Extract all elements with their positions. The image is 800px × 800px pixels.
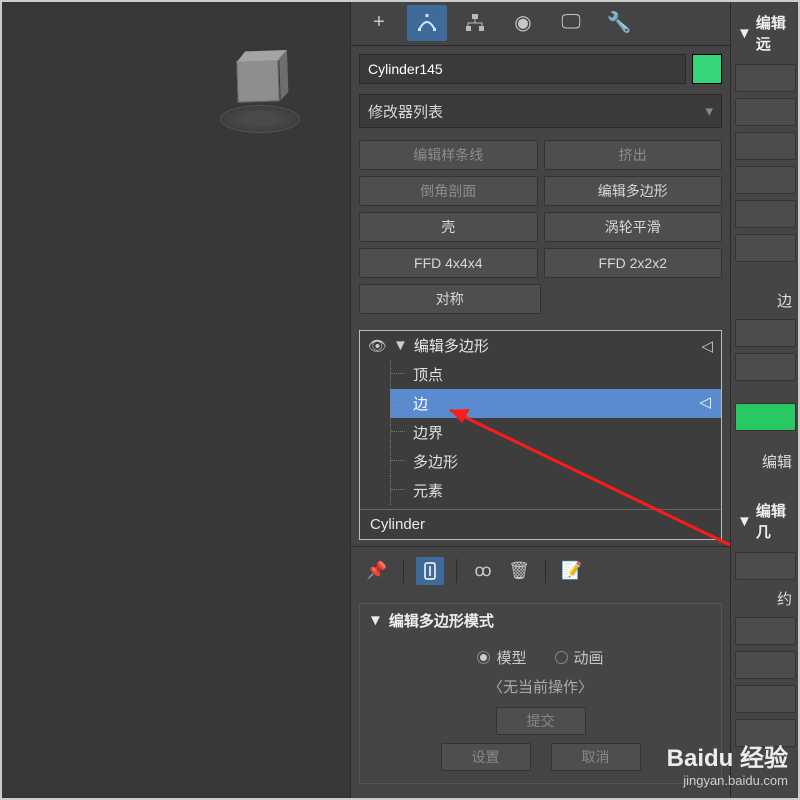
collapse-triangle-icon: ▼ bbox=[368, 612, 383, 629]
object-color-swatch[interactable] bbox=[692, 54, 722, 84]
radio-dot-icon bbox=[555, 651, 568, 664]
label-edit: 编辑 bbox=[735, 449, 796, 474]
btn-shell[interactable]: 壳 bbox=[359, 212, 538, 242]
rollout-edit-far[interactable]: ▼编辑远 bbox=[735, 8, 796, 58]
slot-button[interactable] bbox=[735, 98, 796, 126]
label-yue: 约 bbox=[735, 586, 796, 611]
modify-tab-icon[interactable] bbox=[407, 5, 447, 41]
btn-turbosmooth[interactable]: 涡轮平滑 bbox=[544, 212, 723, 242]
slot-button[interactable] bbox=[735, 617, 796, 645]
slot-button[interactable] bbox=[735, 132, 796, 160]
right-rollout-strip: ▼编辑远 边 编辑 ▼编辑几 约 bbox=[730, 0, 800, 800]
make-unique-icon[interactable]: ꝏ bbox=[469, 557, 497, 585]
object-name-input[interactable] bbox=[359, 54, 686, 84]
slot-button[interactable] bbox=[735, 166, 796, 194]
stack-item-border[interactable]: 边界 bbox=[390, 418, 721, 447]
label-bian: 边 bbox=[735, 288, 796, 313]
rollout-label: 编辑几 bbox=[756, 500, 794, 542]
commit-button[interactable]: 提交 bbox=[496, 707, 586, 735]
chevron-down-icon bbox=[705, 102, 713, 120]
cancel-button[interactable]: 取消 bbox=[551, 743, 641, 771]
rollout-label: 编辑远 bbox=[756, 12, 794, 54]
slot-button-green[interactable] bbox=[735, 403, 796, 431]
radio-animate[interactable]: 动画 bbox=[555, 647, 604, 668]
stack-subobject-list: 顶点 边 ◁ 边界 多边形 元素 bbox=[360, 360, 721, 509]
utilities-tab-icon[interactable]: 🔧 bbox=[599, 5, 639, 41]
divider bbox=[456, 559, 457, 583]
btn-edit-spline[interactable]: 编辑样条线 bbox=[359, 140, 538, 170]
mode-radio-group: 模型 动画 bbox=[372, 643, 709, 672]
stack-item-polygon[interactable]: 多边形 bbox=[390, 447, 721, 476]
create-tab-icon[interactable]: + bbox=[359, 5, 399, 41]
modifier-list-dropdown[interactable]: 修改器列表 bbox=[359, 94, 722, 128]
rollout-edit-geom[interactable]: ▼编辑几 bbox=[735, 496, 796, 546]
radio-animate-label: 动画 bbox=[574, 647, 604, 668]
show-end-result-icon[interactable] bbox=[416, 557, 444, 585]
stack-item-edge[interactable]: 边 ◁ bbox=[390, 389, 721, 418]
slot-button[interactable] bbox=[735, 685, 796, 713]
rollout-header[interactable]: ▼ 编辑多边形模式 bbox=[360, 604, 721, 637]
divider bbox=[403, 559, 404, 583]
viewport-3d[interactable] bbox=[0, 0, 350, 800]
collapse-triangle-icon: ▼ bbox=[737, 513, 752, 530]
radio-dot-icon bbox=[477, 651, 490, 664]
eye-icon[interactable]: 👁 bbox=[368, 337, 387, 355]
btn-symmetry[interactable]: 对称 bbox=[359, 284, 541, 314]
configure-sets-icon[interactable]: 📝 bbox=[558, 557, 586, 585]
stack-toolbar: 📌 ꝏ 🗑 📝 bbox=[351, 546, 730, 595]
modifier-list-label: 修改器列表 bbox=[368, 101, 443, 122]
display-tab-icon[interactable]: 🖵 bbox=[551, 5, 591, 41]
stack-item-element[interactable]: 元素 bbox=[390, 476, 721, 505]
stack-item-vertex[interactable]: 顶点 bbox=[390, 360, 721, 389]
expand-triangle-icon[interactable]: ▼ bbox=[393, 337, 408, 354]
stack-item-edge-label: 边 bbox=[413, 396, 428, 413]
rollout-title: 编辑多边形模式 bbox=[389, 610, 494, 631]
hierarchy-tab-icon[interactable] bbox=[455, 5, 495, 41]
stack-header-label: 编辑多边形 bbox=[414, 335, 489, 356]
btn-edit-poly[interactable]: 编辑多边形 bbox=[544, 176, 723, 206]
slot-button[interactable] bbox=[735, 234, 796, 262]
viewcube-compass[interactable] bbox=[220, 105, 300, 133]
btn-bevel-section[interactable]: 倒角剖面 bbox=[359, 176, 538, 206]
watermark: Baidu 经验 jingyan.baidu.com bbox=[667, 738, 788, 788]
pin-icon[interactable]: 📌 bbox=[363, 557, 391, 585]
stack-base-object[interactable]: Cylinder bbox=[360, 509, 721, 539]
delete-icon[interactable]: 🗑 bbox=[505, 557, 533, 585]
watermark-brand: Baidu 经验 bbox=[667, 738, 788, 773]
slot-button[interactable] bbox=[735, 651, 796, 679]
slot-button[interactable] bbox=[735, 319, 796, 347]
current-operation-label: 〈无当前操作〉 bbox=[372, 672, 709, 701]
stack-marker-icon: ◁ bbox=[701, 337, 713, 355]
settings-button[interactable]: 设置 bbox=[441, 743, 531, 771]
radio-model[interactable]: 模型 bbox=[477, 647, 526, 668]
watermark-url: jingyan.baidu.com bbox=[667, 773, 788, 788]
viewcube-cube[interactable] bbox=[236, 59, 279, 102]
stack-header-edit-poly[interactable]: 👁 ▼ 编辑多边形 ◁ bbox=[360, 331, 721, 360]
slot-button[interactable] bbox=[735, 200, 796, 228]
modifier-quick-buttons: 编辑样条线 挤出 倒角剖面 编辑多边形 壳 涡轮平滑 FFD 4x4x4 FFD… bbox=[351, 134, 730, 320]
command-panel-tabs: + ◉ 🖵 🔧 bbox=[351, 0, 730, 46]
stack-marker-icon: ◁ bbox=[699, 393, 711, 411]
viewcube[interactable] bbox=[215, 50, 305, 140]
motion-tab-icon[interactable]: ◉ bbox=[503, 5, 543, 41]
divider bbox=[545, 559, 546, 583]
btn-ffd4[interactable]: FFD 4x4x4 bbox=[359, 248, 538, 278]
slot-button[interactable] bbox=[735, 64, 796, 92]
slot-button[interactable] bbox=[735, 353, 796, 381]
command-panel: + ◉ 🖵 🔧 修改器列表 编辑样条线 挤出 倒角剖面 编辑多边形 壳 涡轮平滑… bbox=[350, 0, 730, 800]
slot-button[interactable] bbox=[735, 552, 796, 580]
radio-model-label: 模型 bbox=[496, 647, 526, 668]
btn-extrude[interactable]: 挤出 bbox=[544, 140, 723, 170]
collapse-triangle-icon: ▼ bbox=[737, 25, 752, 42]
btn-ffd2[interactable]: FFD 2x2x2 bbox=[544, 248, 723, 278]
modifier-stack: 👁 ▼ 编辑多边形 ◁ 顶点 边 ◁ 边界 多边形 元素 Cylinder bbox=[359, 330, 722, 540]
